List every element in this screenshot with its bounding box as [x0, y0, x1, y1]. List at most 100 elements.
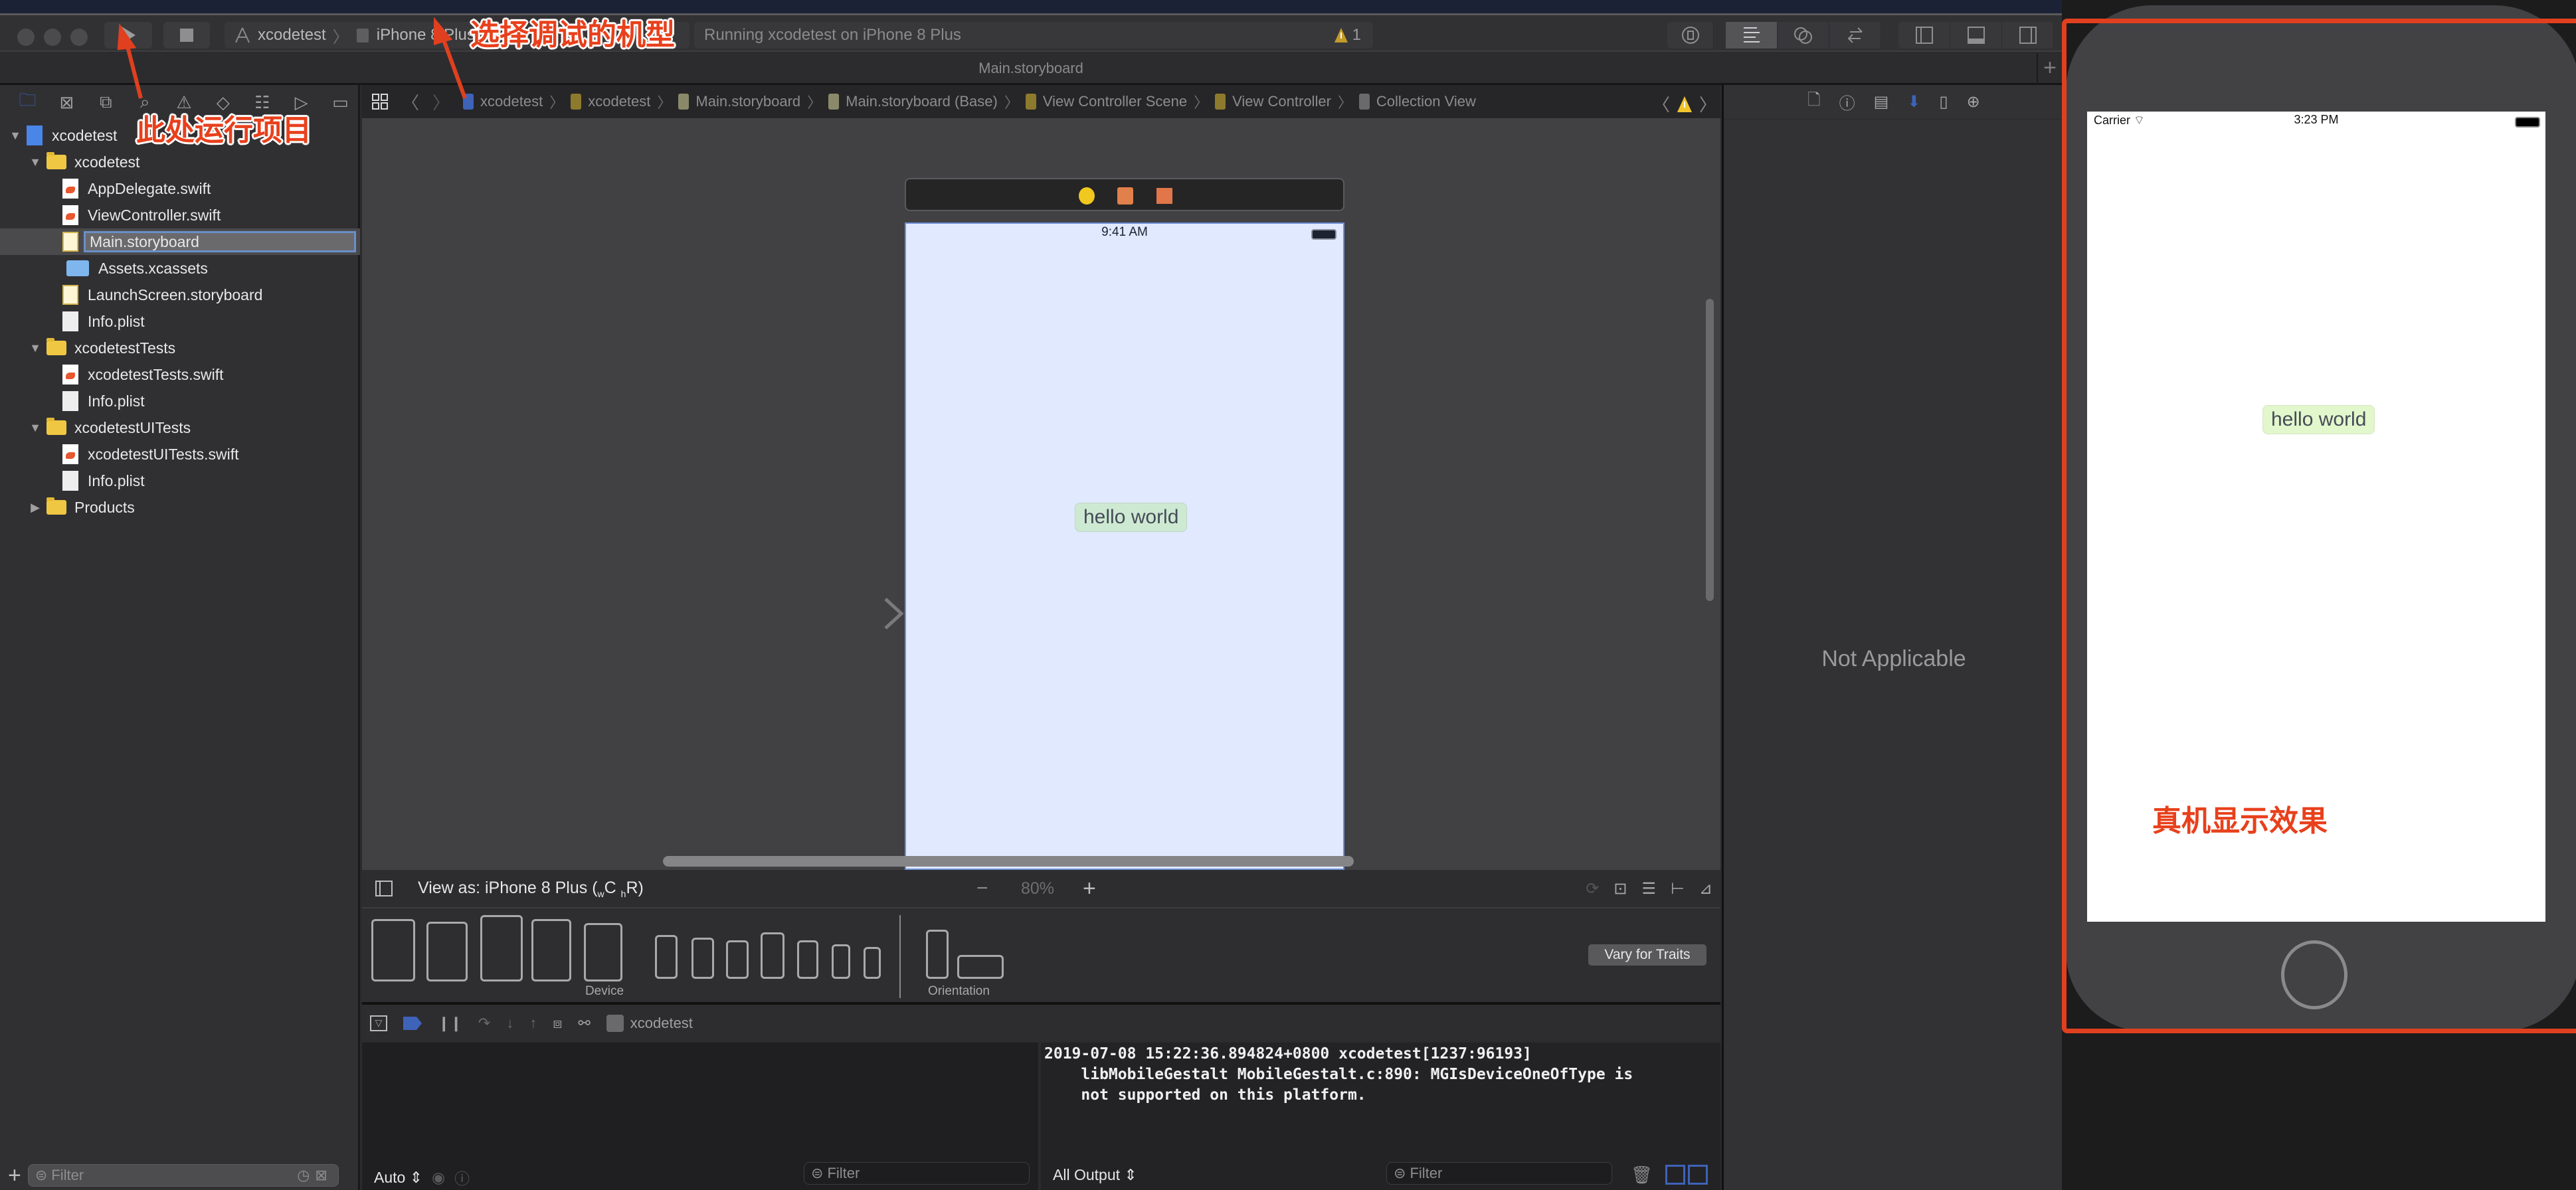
file-tree-item[interactable]: ▼ xcodetest [0, 149, 360, 175]
toggle-inspector-button[interactable] [2002, 22, 2054, 48]
breadcrumb-item[interactable]: Main.storyboard (Base) [846, 93, 998, 110]
pause-icon[interactable]: ❙❙ [438, 1015, 462, 1032]
update-frames-icon[interactable]: ⟳ [1586, 879, 1599, 898]
device-size-option[interactable] [864, 947, 881, 979]
warning-icon[interactable] [1677, 95, 1693, 114]
add-tab-button[interactable]: + [2037, 53, 2062, 85]
view-controller-icon[interactable] [1079, 187, 1095, 205]
file-tree-item[interactable]: LaunchScreen.storyboard [0, 282, 360, 308]
exit-icon[interactable] [1156, 188, 1172, 204]
next-issue-button[interactable]: 〉 [1699, 92, 1716, 116]
device-size-option[interactable] [480, 915, 523, 981]
align-icon[interactable]: ☰ [1641, 879, 1656, 898]
orientation-landscape[interactable] [957, 955, 1004, 979]
step-out-icon[interactable]: ↑ [529, 1015, 537, 1032]
warning-badge[interactable]: 1 [1334, 26, 1361, 44]
variables-filter-field[interactable]: ⊜ Filter [804, 1162, 1030, 1185]
file-tree-item[interactable]: Info.plist [0, 468, 360, 494]
zoom-out-button[interactable]: − [976, 877, 988, 900]
file-tree-item[interactable]: Info.plist [0, 388, 360, 414]
file-tree-item[interactable]: ▶ Products [0, 494, 360, 521]
device-size-option[interactable] [797, 940, 818, 979]
breadcrumb-item[interactable]: Main.storyboard [695, 93, 800, 110]
memory-graph-icon[interactable]: ⚯ [578, 1015, 590, 1032]
orientation-portrait[interactable] [926, 930, 949, 979]
version-editor-button[interactable] [1829, 22, 1881, 48]
navigator-filter-field[interactable]: ⊜ Filter ◷⊠ [27, 1164, 339, 1187]
embed-in-icon[interactable]: ⊡ [1613, 879, 1627, 898]
breadcrumb-item[interactable]: View Controller Scene [1043, 93, 1187, 110]
device-size-option[interactable] [691, 938, 714, 979]
file-tree-item[interactable]: xcodetestUITests.swift [0, 441, 360, 468]
library-button[interactable] [1667, 22, 1714, 48]
view-as-label[interactable]: View as: iPhone 8 Plus (wC hR) [418, 879, 644, 899]
document-outline-toggle-icon[interactable] [374, 879, 394, 898]
canvas-vertical-scrollbar[interactable] [1706, 299, 1714, 601]
breadcrumb-item[interactable]: Collection View [1376, 93, 1476, 110]
breadcrumb-item[interactable]: View Controller [1232, 93, 1331, 110]
toggle-debug-area-button[interactable] [1950, 22, 2002, 48]
device-size-option[interactable] [426, 922, 468, 981]
swift-file-icon [62, 205, 78, 225]
output-select[interactable]: All Output ⇕ [1053, 1166, 1137, 1184]
first-responder-icon[interactable] [1117, 187, 1133, 205]
step-over-icon[interactable]: ↷ [478, 1015, 490, 1032]
console-filter-field[interactable]: ⊜ Filter [1386, 1162, 1612, 1185]
file-tree-item[interactable]: ▼ xcodetestUITests [0, 414, 360, 441]
attributes-inspector-tab[interactable]: ⬇ [1907, 92, 1920, 112]
disclosure-expanded-icon[interactable]: ▼ [28, 341, 43, 355]
trash-icon[interactable]: 🗑 [1631, 1165, 1653, 1185]
add-constraints-icon[interactable]: ⊢ [1671, 879, 1685, 898]
info-icon[interactable]: ⓘ [454, 1166, 470, 1189]
recent-files-icon[interactable]: ◷⊠ [297, 1167, 333, 1184]
file-tree-item[interactable]: Assets.xcassets [0, 255, 360, 282]
help-inspector-tab[interactable]: ⓘ [1839, 90, 1855, 114]
resolve-issues-icon[interactable]: ⊿ [1699, 879, 1712, 898]
disclosure-expanded-icon[interactable]: ▼ [28, 155, 43, 169]
scope-select[interactable]: Auto ⇕ [374, 1169, 422, 1187]
device-size-option[interactable] [832, 944, 850, 979]
device-size-option[interactable] [655, 935, 678, 979]
file-tree-item[interactable]: xcodetestTests.swift [0, 361, 360, 388]
file-tree-item[interactable]: ▼ xcodetestTests [0, 335, 360, 361]
storyboard-file-icon [828, 94, 840, 110]
disclosure-expanded-icon[interactable]: ▼ [28, 421, 43, 435]
standard-editor-button[interactable] [1726, 22, 1778, 48]
view-controller-icon [1215, 94, 1226, 110]
file-tree-item[interactable]: Info.plist [0, 308, 360, 335]
previous-issue-button[interactable]: 〈 [1653, 92, 1670, 116]
add-file-button[interactable]: + [8, 1163, 21, 1189]
left-pane-icon[interactable] [1665, 1165, 1685, 1185]
device-size-option[interactable] [531, 919, 571, 981]
right-pane-icon[interactable] [1688, 1165, 1708, 1185]
view-debugger-icon[interactable]: ⧈ [553, 1015, 562, 1032]
quick-look-icon[interactable]: ◉ [432, 1169, 445, 1187]
variables-view: Auto ⇕ ◉ ⓘ ⊜ Filter [362, 1043, 1040, 1190]
zoom-in-button[interactable]: + [1083, 876, 1096, 902]
file-tree-item[interactable]: AppDelegate.swift [0, 175, 360, 202]
breakpoints-toggle-icon[interactable] [403, 1015, 422, 1031]
console-layout-toggle[interactable] [1665, 1165, 1708, 1185]
view-controller-scene[interactable]: 9:41 AM hello world [905, 222, 1344, 870]
file-tree-item[interactable]: Main.storyboard [0, 228, 360, 255]
identity-inspector-tab[interactable]: ▤ [1874, 92, 1889, 112]
device-size-option[interactable] [726, 940, 749, 979]
vary-for-traits-button[interactable]: Vary for Traits [1588, 944, 1706, 966]
storyboard-hello-label[interactable]: hello world [1075, 503, 1188, 532]
device-caption: Device [585, 984, 624, 998]
hide-debug-area-icon[interactable]: ▽ [370, 1015, 387, 1031]
disclosure-collapsed-icon[interactable]: ▶ [28, 501, 43, 515]
file-tree-item[interactable]: ViewController.swift [0, 202, 360, 228]
file-inspector-tab[interactable]: 🗋 [1807, 88, 1820, 116]
device-size-option[interactable] [584, 923, 622, 981]
device-size-option[interactable] [371, 919, 415, 981]
toggle-navigator-button[interactable] [1898, 22, 1950, 48]
device-size-option[interactable] [761, 932, 784, 979]
step-into-icon[interactable]: ↓ [506, 1015, 513, 1032]
connections-inspector-tab[interactable]: ⊕ [1967, 92, 1980, 112]
canvas-horizontal-scrollbar[interactable] [663, 856, 1354, 867]
assistant-editor-button[interactable] [1778, 22, 1829, 48]
annotation-choose-device: 选择调试的机型 [470, 19, 675, 51]
size-inspector-tab[interactable]: ▯ [1939, 92, 1948, 112]
process-selector[interactable]: xcodetest [606, 1014, 693, 1032]
